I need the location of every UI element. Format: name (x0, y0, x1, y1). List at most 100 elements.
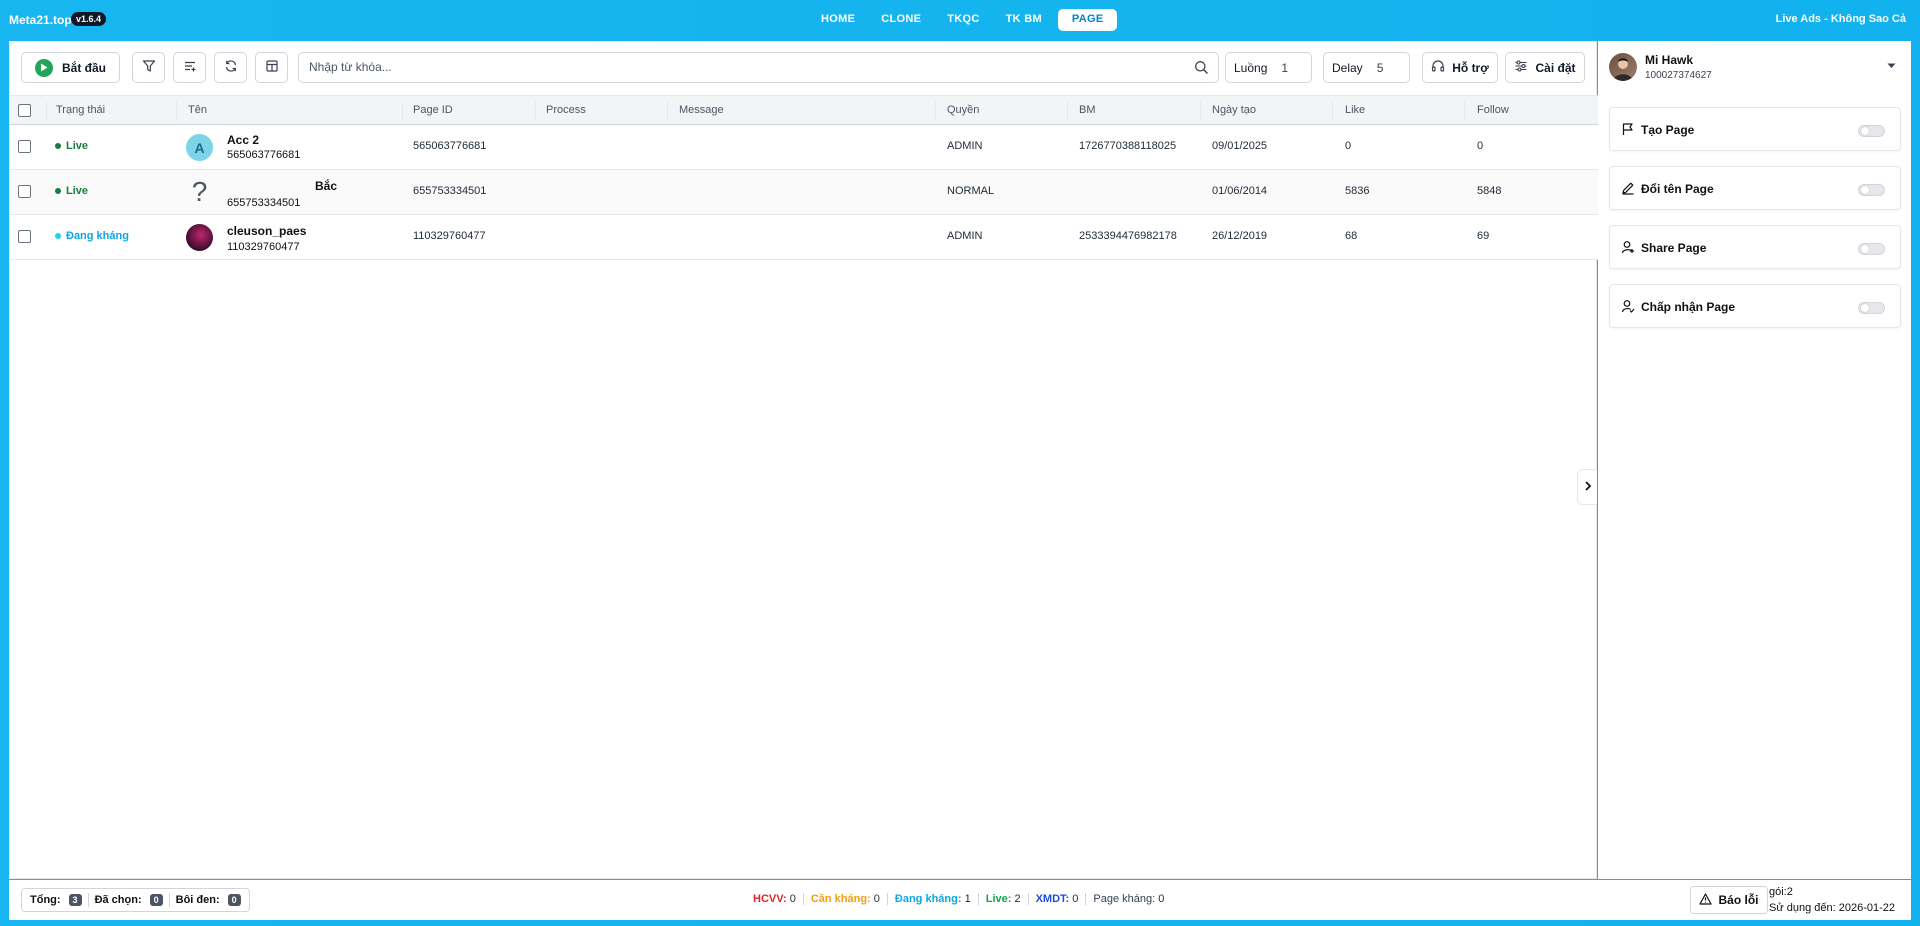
total-label: Tổng: (30, 894, 61, 906)
delay-field[interactable]: Delay 5 (1323, 52, 1410, 83)
settings-button[interactable]: Cài đặt (1505, 52, 1585, 83)
flag-icon (1621, 122, 1635, 139)
version-badge: v1.6.4 (71, 12, 107, 26)
support-button[interactable]: Hỗ trợ (1422, 52, 1498, 83)
stat-need-appeal: Cần kháng: 0 (810, 893, 880, 905)
role-cell: NORMAL (947, 185, 995, 197)
user-plus-icon (1621, 240, 1635, 257)
table-row[interactable]: Live ? Bắc 655753334501 655753334501 NOR… (10, 170, 1598, 215)
row-checkbox[interactable] (18, 140, 31, 153)
stat-hcvv: HCVV: 0 (753, 893, 796, 905)
divider (977, 893, 979, 905)
profile-selector[interactable]: Mi Hawk 100027374627 (1598, 41, 1911, 95)
create-page-toggle[interactable] (1858, 125, 1885, 137)
status-text: Live (66, 140, 89, 152)
filter-icon (142, 59, 156, 76)
role-cell: ADMIN (947, 230, 983, 242)
main-panel: Bắt đầu Luồn (9, 41, 1598, 879)
table-row[interactable]: Đang kháng cleuson_paes 110329760477 110… (10, 215, 1598, 260)
created-cell: 09/01/2025 (1212, 140, 1268, 152)
tab-clone[interactable]: CLONE (871, 9, 931, 31)
avatar: A (186, 134, 213, 161)
stat-page-appeal: Page kháng: 0 (1093, 893, 1165, 905)
avatar (186, 224, 213, 251)
col-role[interactable]: Quyền (947, 104, 979, 116)
page-sub-id: 655753334501 (227, 197, 301, 209)
top-bar: Meta21.top v1.6.4 HOME CLONE TKQC TK BM … (0, 0, 1920, 40)
col-process[interactable]: Process (546, 104, 586, 116)
feature-rename-page: Đổi tên Page (1609, 166, 1901, 210)
column-divider (1067, 102, 1068, 120)
tab-tkbm[interactable]: TK BM (996, 9, 1052, 31)
accept-page-toggle[interactable] (1858, 302, 1885, 314)
user-check-icon (1621, 299, 1635, 316)
col-created[interactable]: Ngày tạo (1212, 104, 1256, 116)
search-input[interactable] (309, 60, 1189, 74)
delay-label: Delay (1332, 60, 1363, 75)
plan-info: gói:2 Sử dụng đến: 2026-01-22 (1769, 884, 1895, 916)
follow-cell: 5848 (1477, 185, 1502, 197)
filter-button[interactable] (132, 52, 165, 83)
threads-field[interactable]: Luồng 1 (1225, 52, 1312, 83)
col-like[interactable]: Like (1345, 104, 1365, 116)
tab-home[interactable]: HOME (811, 9, 865, 31)
select-all-checkbox[interactable] (18, 104, 31, 117)
feature-label: Đổi tên Page (1641, 182, 1714, 196)
counts-box: Tổng: 3 Đã chọn: 0 Bôi đen: 0 (21, 888, 250, 912)
profile-name: Mi Hawk (1645, 53, 1694, 67)
table-row[interactable]: Live A Acc 2 565063776681 565063776681 A… (10, 125, 1598, 170)
table-header: Trạng thái Tên Page ID Process Message Q… (10, 95, 1598, 125)
start-button[interactable]: Bắt đầu (21, 52, 120, 83)
divider (802, 893, 804, 905)
col-page-id[interactable]: Page ID (413, 104, 453, 116)
layout-button[interactable] (255, 52, 288, 83)
divider (886, 893, 888, 905)
tab-tkqc[interactable]: TKQC (937, 9, 989, 31)
share-page-toggle[interactable] (1858, 243, 1885, 255)
highlight-count: 0 (227, 894, 241, 906)
chevron-right-icon (1584, 480, 1592, 494)
stat-appealing: Đang kháng: 1 (894, 893, 971, 905)
col-message[interactable]: Message (679, 104, 724, 116)
refresh-button[interactable] (214, 52, 247, 83)
column-filter-button[interactable] (173, 52, 206, 83)
nav-tabs: HOME CLONE TKQC TK BM PAGE (811, 9, 1118, 31)
search-icon[interactable] (1194, 60, 1209, 78)
page-name: cleuson_paes (227, 224, 307, 238)
caret-down-icon[interactable] (1887, 58, 1896, 72)
col-status[interactable]: Trạng thái (56, 104, 105, 116)
status-badge: Đang kháng (55, 230, 129, 242)
brand-name: Meta21.top (9, 13, 72, 27)
feature-label: Share Page (1641, 241, 1707, 255)
tab-page[interactable]: PAGE (1057, 9, 1118, 31)
total-count: 3 (68, 894, 82, 906)
like-cell: 0 (1345, 140, 1352, 152)
page-name: Bắc (315, 179, 338, 193)
feature-accept-page: Chấp nhận Page (1609, 284, 1901, 328)
created-cell: 26/12/2019 (1212, 230, 1268, 242)
col-follow[interactable]: Follow (1477, 104, 1509, 116)
status-stats: HCVV: 0 Cần kháng: 0 Đang kháng: 1 Live:… (753, 893, 1164, 905)
divider (1027, 893, 1029, 905)
start-label: Bắt đầu (61, 60, 106, 75)
collapse-panel-button[interactable] (1577, 469, 1597, 505)
threads-value[interactable]: 1 (1281, 61, 1288, 75)
rename-page-toggle[interactable] (1858, 184, 1885, 196)
follow-cell: 0 (1477, 140, 1484, 152)
play-icon (34, 58, 53, 77)
profile-id: 100027374627 (1645, 70, 1712, 81)
toolbar: Bắt đầu Luồn (10, 42, 1598, 96)
col-bm[interactable]: BM (1079, 104, 1096, 116)
column-divider (402, 102, 403, 120)
status-badge: Live (55, 140, 88, 152)
col-name[interactable]: Tên (188, 104, 207, 116)
row-checkbox[interactable] (18, 185, 31, 198)
delay-value[interactable]: 5 (1377, 61, 1384, 75)
report-bug-button[interactable]: Báo lỗi (1690, 886, 1768, 914)
settings-label: Cài đặt (1535, 60, 1576, 75)
created-cell: 01/06/2014 (1212, 185, 1268, 197)
page-id-cell: 655753334501 (413, 185, 487, 197)
row-checkbox[interactable] (18, 230, 31, 243)
status-text: Live (66, 185, 89, 197)
feature-create-page: Tạo Page (1609, 107, 1901, 151)
